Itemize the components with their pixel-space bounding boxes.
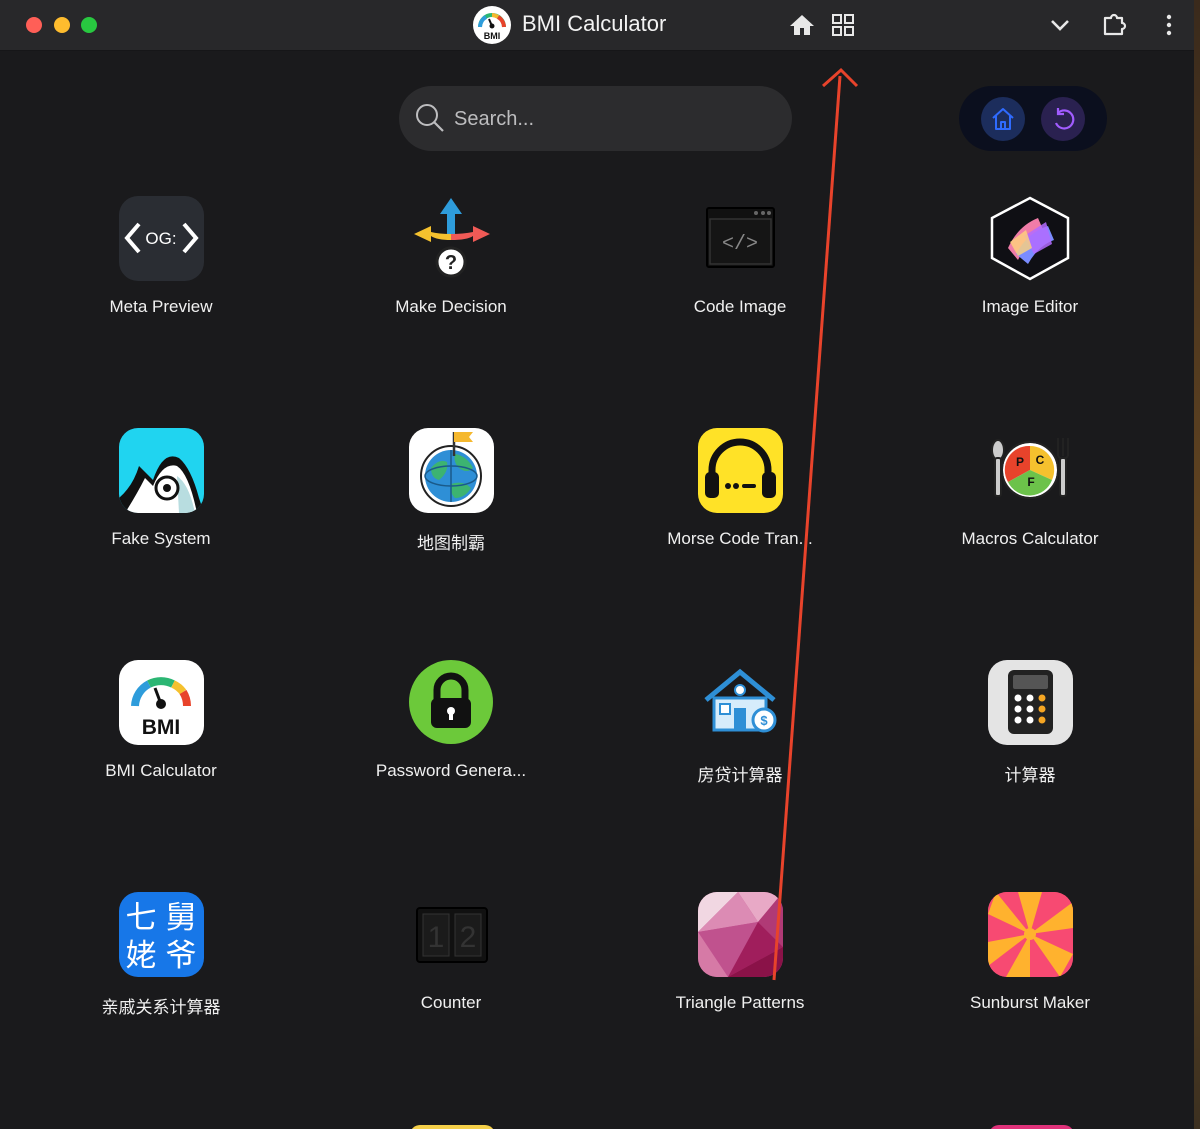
bmi-gauge-icon: BMI (119, 660, 204, 745)
padlock-icon (409, 660, 494, 745)
app-tile-meta-preview[interactable]: OG: Meta Preview (41, 196, 281, 336)
app-label: Macros Calculator (961, 529, 1099, 548)
relatives-char-1: 七 (126, 900, 157, 936)
title-bar: BMI BMI Calculator (0, 0, 1194, 51)
og-icon-text: OG: (145, 229, 176, 248)
app-label: Meta Preview (109, 297, 213, 316)
app-label: 计算器 (1004, 766, 1056, 785)
close-window-button[interactable] (26, 17, 42, 33)
app-tile-image-editor[interactable]: Image Editor (910, 196, 1150, 336)
triangle-pattern-icon (698, 892, 783, 977)
app-label: BMI Calculator (105, 761, 217, 780)
app-label: Fake System (111, 529, 211, 548)
app-tile-bmi-calculator[interactable]: BMI BMI Calculator (41, 660, 281, 800)
relatives-char-4: 爷 (166, 938, 197, 974)
app-label: Counter (420, 993, 482, 1012)
bmi-icon-text: BMI (142, 716, 181, 739)
app-tile-relatives-calculator[interactable]: 七 舅 姥 爷 亲戚关系计算器 (41, 892, 281, 1032)
macro-fat-text: F (1027, 475, 1034, 489)
search-icon (414, 102, 446, 134)
app-label: 房贷计算器 (697, 766, 783, 785)
app-label: Triangle Patterns (675, 993, 805, 1012)
home-icon[interactable] (788, 11, 816, 39)
macros-plate-icon: P C F (988, 428, 1073, 513)
relatives-char-3: 姥 (126, 938, 157, 974)
fake-system-icon (119, 428, 204, 513)
code-icon-text: </> (722, 233, 758, 256)
app-label: Image Editor (981, 297, 1079, 316)
extension-icon[interactable] (1100, 11, 1128, 39)
app-label: Make Decision (395, 297, 507, 316)
partial-app-icon[interactable] (989, 1125, 1074, 1129)
home-icon (992, 108, 1014, 130)
app-tile-fake-system[interactable]: Fake System (41, 428, 281, 568)
headphones-icon (698, 428, 783, 513)
macro-carbs-text: C (1036, 453, 1045, 467)
app-tile-sunburst-maker[interactable]: Sunburst Maker (910, 892, 1150, 1032)
app-tile-map-conquer[interactable]: 地图制霸 (331, 428, 571, 568)
decision-arrows-icon: ? (409, 196, 494, 281)
calculator-icon (988, 660, 1073, 745)
desktop-edge (1194, 0, 1200, 1129)
sunburst-icon (988, 892, 1073, 977)
app-tile-macros-calculator[interactable]: P C F Macros Calculator (910, 428, 1150, 568)
svg-text:2: 2 (460, 921, 477, 954)
app-tile-triangle-patterns[interactable]: Triangle Patterns (620, 892, 860, 1032)
app-tile-make-decision[interactable]: ? Make Decision (331, 196, 571, 336)
app-tile-morse-code[interactable]: Morse Code Tran... (620, 428, 860, 568)
maximize-window-button[interactable] (81, 17, 97, 33)
app-tile-code-image[interactable]: </> Code Image (620, 196, 860, 336)
app-tile-password-generator[interactable]: Password Genera... (331, 660, 571, 800)
svg-text:$: $ (760, 713, 768, 728)
macro-protein-text: P (1016, 455, 1024, 469)
refresh-icon (1054, 108, 1075, 130)
app-tile-mortgage-calculator[interactable]: $ 房贷计算器 (620, 660, 860, 800)
relatives-char-2: 舅 (166, 900, 197, 936)
app-tile-calculator[interactable]: 计算器 (910, 660, 1150, 800)
svg-text:1: 1 (428, 921, 445, 954)
quick-home-button[interactable] (981, 97, 1025, 141)
app-tile-counter[interactable]: 1 2 Counter (331, 892, 571, 1032)
app-label: Sunburst Maker (970, 993, 1090, 1012)
app-label: 地图制霸 (417, 534, 485, 553)
house-loan-icon: $ (698, 660, 783, 745)
image-editor-hexagon-icon (988, 196, 1073, 281)
app-logo-text: BMI (484, 31, 501, 41)
search-input[interactable] (452, 104, 776, 134)
quick-refresh-button[interactable] (1041, 97, 1085, 141)
grid-icon[interactable] (829, 11, 857, 39)
app-label: 亲戚关系计算器 (101, 998, 221, 1017)
partial-app-icon[interactable] (410, 1125, 495, 1129)
app-window: BMI BMI Calculator Search... OG: Meta Pr… (0, 0, 1194, 1129)
og-code-icon: OG: (119, 196, 204, 281)
relatives-icon: 七 舅 姥 爷 (119, 892, 204, 977)
minimize-window-button[interactable] (54, 17, 70, 33)
window-title: BMI Calculator (522, 11, 667, 36)
app-label: Password Genera... (375, 761, 527, 780)
chevron-down-icon[interactable] (1046, 11, 1074, 39)
code-window-icon: </> (698, 196, 783, 281)
app-label: Code Image (693, 297, 787, 316)
more-vertical-icon[interactable] (1155, 11, 1183, 39)
app-logo: BMI (473, 6, 511, 44)
counter-icon: 1 2 (409, 892, 494, 977)
svg-text:?: ? (445, 252, 457, 274)
globe-flag-icon (409, 428, 494, 513)
app-label: Morse Code Tran... (667, 529, 813, 548)
